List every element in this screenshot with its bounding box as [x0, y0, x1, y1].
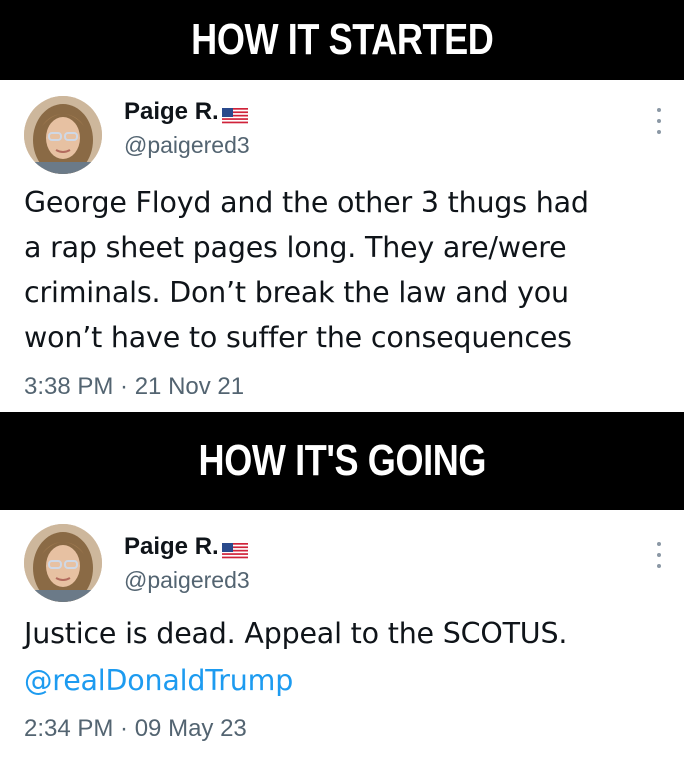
mention-link[interactable]: @realDonaldTrump	[24, 657, 664, 704]
banner-how-it-started: HOW IT STARTED	[0, 0, 684, 80]
banner-text: HOW IT STARTED	[190, 15, 494, 64]
display-name-row[interactable]: Paige R.	[124, 98, 248, 126]
banner-text: HOW IT'S GOING	[198, 436, 486, 485]
tweet-text-line: George Floyd and the other 3 thugs had	[24, 186, 589, 219]
tweet-timestamp[interactable]: 3:38 PM · 21 Nov 21	[24, 373, 244, 401]
user-handle[interactable]: @paigered3	[124, 132, 250, 159]
tweet-text: Justice is dead. Appeal to the SCOTUS. @…	[24, 610, 664, 704]
tweet-text: George Floyd and the other 3 thugs had a…	[24, 180, 664, 360]
more-options-icon[interactable]	[656, 108, 662, 134]
tweet-text-line: won’t have to suffer the consequences	[24, 321, 572, 354]
display-name[interactable]: Paige R.	[124, 533, 219, 561]
tweet-text-line: criminals. Don’t break the law and you	[24, 276, 569, 309]
tweet-text-line: Justice is dead. Appeal to the SCOTUS.	[24, 617, 568, 650]
us-flag-icon	[221, 539, 248, 560]
tweet-timestamp[interactable]: 2:34 PM · 09 May 23	[24, 715, 247, 743]
tweet-card[interactable]: Paige R. @paigered3 George Floyd and the…	[0, 80, 684, 412]
us-flag-icon	[221, 104, 248, 125]
tweet-text-line: a rap sheet pages long. They are/were	[24, 231, 567, 264]
tweet-card[interactable]: Paige R. @paigered3 Justice is dead. App…	[0, 510, 684, 757]
avatar[interactable]	[24, 96, 102, 174]
user-handle[interactable]: @paigered3	[124, 567, 250, 594]
more-options-icon[interactable]	[656, 542, 662, 568]
display-name[interactable]: Paige R.	[124, 98, 219, 126]
avatar[interactable]	[24, 524, 102, 602]
banner-how-its-going: HOW IT'S GOING	[0, 412, 684, 510]
display-name-row[interactable]: Paige R.	[124, 533, 248, 561]
